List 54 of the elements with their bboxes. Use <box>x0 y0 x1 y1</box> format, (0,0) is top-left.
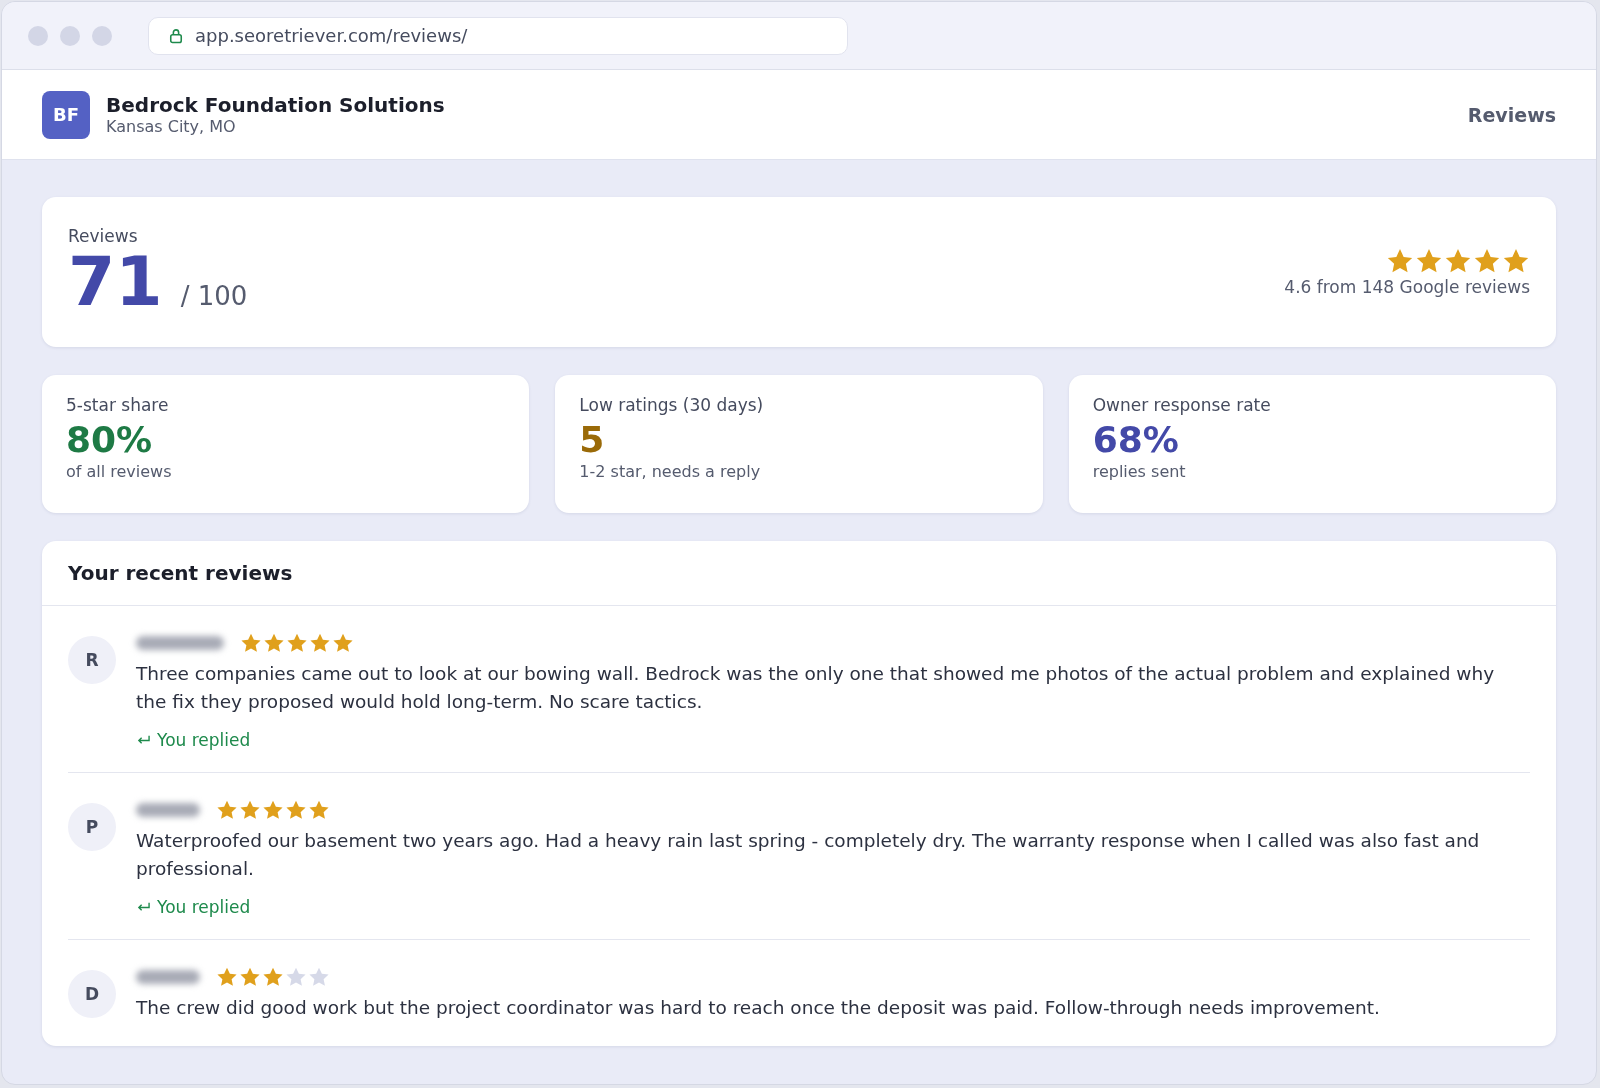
score-value: 71 <box>68 246 163 318</box>
metric-label: 5-star share <box>66 395 170 415</box>
business-logo: BF <box>42 90 90 139</box>
review-text: Waterproofed our basement two years ago. Had a heavy rain last spring - completely dry. The warranty response when I called was also fast and professional. <box>136 829 1481 881</box>
business-name: Bedrock Foundation Solutions <box>106 93 445 117</box>
star-icon <box>239 966 261 988</box>
star-icon <box>1415 247 1443 275</box>
star-icon <box>262 966 284 988</box>
star-icon <box>332 632 354 654</box>
star-icon <box>1386 247 1414 275</box>
address-bar[interactable]: app.seoretriever.com/reviews/ <box>148 16 848 55</box>
section-title: Your recent reviews <box>42 541 1556 606</box>
metric-note: replies sent <box>1092 462 1187 481</box>
star-icon <box>262 799 284 821</box>
metric-value: 80% <box>66 419 154 460</box>
star-icon <box>1444 247 1472 275</box>
star-icon <box>263 632 285 654</box>
metric-note: of all reviews <box>66 462 173 481</box>
reviewer-avatar: P <box>68 803 116 851</box>
metric-note: 1-2 star, needs a reply <box>579 462 762 481</box>
window-control[interactable] <box>28 25 48 46</box>
star-icon <box>240 632 262 654</box>
blurred-name <box>136 970 200 984</box>
star-icon <box>216 966 238 988</box>
reviewer-avatar: R <box>68 636 116 684</box>
reply-status: You replied <box>157 897 251 917</box>
review-text: The crew did good work but the project coordinator was hard to reach once the deposit was paid. Follow-through needs improvement. <box>136 996 1381 1020</box>
blurred-name <box>136 803 200 817</box>
lock-icon <box>169 27 183 44</box>
business-location: Kansas City, MO <box>106 117 237 136</box>
star-icon <box>285 966 307 988</box>
star-icon <box>239 799 261 821</box>
metric-value: 68% <box>1092 419 1180 460</box>
star-icon <box>309 632 331 654</box>
star-icon <box>285 799 307 821</box>
rating-summary: 4.6 from 148 Google reviews <box>1284 277 1530 297</box>
star-icon <box>308 799 330 821</box>
url-text: app.seoretriever.com/reviews/ <box>195 25 468 46</box>
star-icon <box>216 799 238 821</box>
reply-status: You replied <box>157 730 251 750</box>
metric-value: 5 <box>579 419 606 460</box>
window-control[interactable] <box>92 25 112 46</box>
score-label: Reviews <box>68 226 139 247</box>
score-max: / 100 <box>180 281 248 312</box>
metric-label: Owner response rate <box>1092 395 1272 415</box>
star-icon <box>286 632 308 654</box>
nav-link[interactable]: Reviews <box>1467 103 1556 126</box>
window-control[interactable] <box>60 25 80 46</box>
reviewer-avatar: D <box>68 970 116 1018</box>
review-text: Three companies came out to look at our bowing wall. Bedrock was the only one that showed me photos of the actual problem and explained why the fix they proposed would hold long-term. No scare tactics. <box>136 662 1496 714</box>
star-icon <box>1502 247 1530 275</box>
metric-label: Low ratings (30 days) <box>579 395 765 415</box>
star-icon <box>308 966 330 988</box>
star-icon <box>1473 247 1501 275</box>
